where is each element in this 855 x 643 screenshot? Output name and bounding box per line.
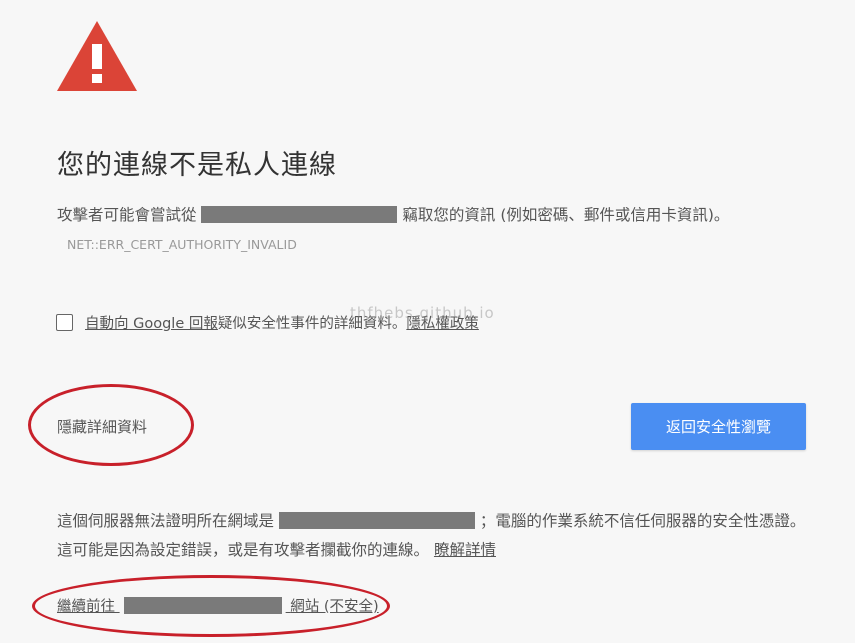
privacy-policy-link[interactable]: 隱私權政策	[406, 312, 479, 333]
details-explanation-text: 這個伺服器無法證明所在網域是 ；電腦的作業系統不信任伺服器的安全性憑證。這可能是…	[57, 507, 817, 565]
report-option: 自動向 Google 回報 疑似安全性事件的詳細資料。 隱私權政策	[56, 312, 479, 333]
interstitial-page: 您的連線不是私人連線 攻擊者可能會嘗試從 竊取您的資訊 (例如密碼、郵件或信用卡…	[0, 0, 855, 643]
learn-more-link[interactable]: 瞭解詳情	[434, 541, 496, 559]
report-checkbox[interactable]	[56, 314, 73, 331]
warning-triangle-icon	[57, 21, 137, 91]
redacted-domain	[201, 206, 398, 223]
redacted-domain-3	[123, 597, 282, 614]
page-title: 您的連線不是私人連線	[57, 150, 337, 181]
error-code: NET::ERR_CERT_AUTHORITY_INVALID	[67, 237, 297, 252]
proceed-unsafe-link[interactable]: 繼續前往 網站 (不安全)	[57, 595, 379, 616]
proceed-suffix: 網站 (不安全)	[290, 599, 379, 615]
redacted-domain-2	[278, 512, 475, 529]
attack-prefix: 攻擊者可能會嘗試從	[57, 206, 197, 224]
proceed-prefix: 繼續前往	[57, 599, 115, 615]
attack-warning-text: 攻擊者可能會嘗試從 竊取您的資訊 (例如密碼、郵件或信用卡資訊)。 NET::E…	[57, 201, 787, 259]
attack-suffix: 竊取您的資訊 (例如密碼、郵件或信用卡資訊)。	[402, 206, 730, 224]
explain-prefix: 這個伺服器無法證明所在網域是	[57, 512, 275, 530]
hide-details-link[interactable]: 隱藏詳細資料	[57, 416, 147, 437]
back-to-safety-button[interactable]: 返回安全性瀏覽	[631, 403, 806, 450]
report-google-link[interactable]: 自動向 Google 回報	[85, 312, 218, 333]
report-description: 疑似安全性事件的詳細資料。	[217, 316, 407, 332]
